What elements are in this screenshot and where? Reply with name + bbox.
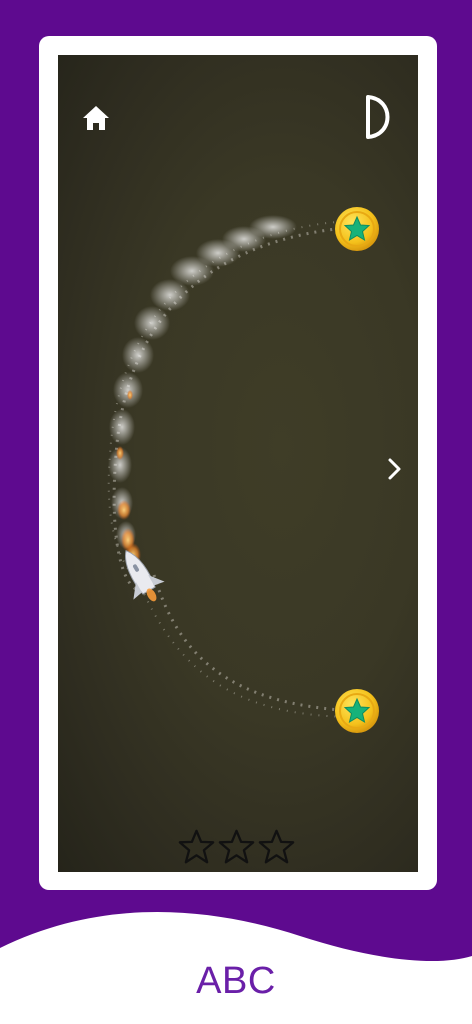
star-coin-icon[interactable]: [335, 689, 379, 733]
home-icon: [83, 106, 109, 130]
home-button[interactable]: [78, 100, 114, 136]
level-indicator: [356, 93, 398, 141]
orbit-trail-outer: [107, 220, 351, 718]
star-outline-icon: [218, 829, 255, 864]
chevron-right-icon: [388, 458, 401, 480]
star-outline-icon: [178, 829, 215, 864]
next-button[interactable]: [380, 455, 408, 483]
smoke-trail: [108, 215, 297, 549]
orbit-trail: [112, 225, 357, 713]
level-glyph: [366, 95, 390, 139]
star-outline-icon: [258, 829, 295, 864]
star-rating: [178, 828, 298, 868]
caption-text: ABC: [196, 960, 276, 1002]
star-coin-icon[interactable]: [335, 207, 379, 251]
game-screen[interactable]: [58, 55, 418, 872]
game-canvas: [107, 207, 379, 733]
